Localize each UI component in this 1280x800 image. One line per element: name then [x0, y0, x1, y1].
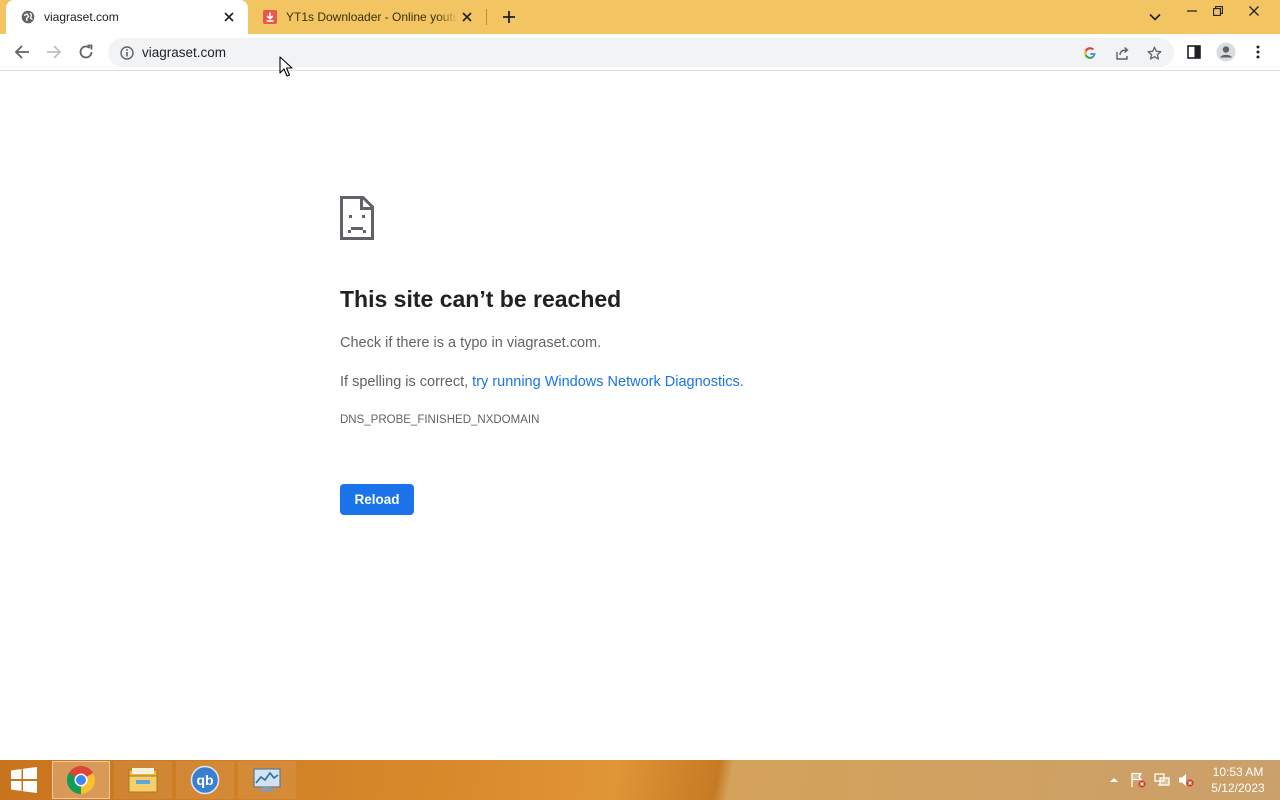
tab-search-button[interactable]	[1145, 7, 1165, 27]
diagnostics-suffix: .	[739, 374, 744, 390]
address-bar[interactable]: viagraset.com	[108, 38, 1174, 67]
close-icon	[1249, 6, 1259, 16]
tab-separator	[486, 9, 487, 25]
tab-viagraset[interactable]: viagraset.com	[6, 0, 248, 34]
error-suggestion-diagnostics: If spelling is correct, try running Wind…	[340, 374, 744, 390]
restore-button[interactable]	[1204, 0, 1232, 22]
start-button[interactable]	[4, 764, 44, 796]
windows-taskbar: qb 10:53 AM 5/12/2023	[0, 760, 1280, 800]
monitor-chart-icon	[253, 768, 281, 792]
qbittorrent-icon: qb	[190, 765, 220, 795]
new-tab-button[interactable]	[498, 6, 520, 28]
close-tab-icon[interactable]	[458, 8, 476, 26]
download-icon	[262, 9, 278, 25]
browser-toolbar: viagraset.com	[0, 34, 1280, 71]
restore-icon	[1213, 6, 1223, 16]
taskbar-file-explorer[interactable]	[114, 761, 172, 799]
error-code: DNS_PROBE_FINISHED_NXDOMAIN	[340, 414, 540, 426]
svg-text:qb: qb	[196, 772, 213, 788]
plus-icon	[503, 11, 515, 23]
clock-time: 10:53 AM	[1212, 765, 1264, 779]
mouse-cursor-icon	[279, 56, 293, 78]
diagnostics-prefix: If spelling is correct,	[340, 374, 473, 390]
taskbar-chrome[interactable]	[52, 761, 110, 799]
arrow-left-icon	[14, 45, 29, 59]
sad-document-icon	[340, 196, 374, 240]
profile-button[interactable]	[1214, 40, 1238, 64]
error-title: This site can’t be reached	[340, 286, 622, 312]
chrome-menu-button[interactable]	[1246, 40, 1270, 64]
windows-logo-icon	[11, 767, 37, 793]
taskbar-qbittorrent[interactable]: qb	[176, 761, 234, 799]
tab-title: viagraset.com	[44, 10, 119, 24]
taskbar-resource-monitor[interactable]	[238, 761, 296, 799]
close-tab-icon[interactable]	[220, 8, 238, 26]
google-translate-icon[interactable]	[1081, 44, 1099, 62]
minimize-button[interactable]	[1178, 0, 1206, 22]
address-url[interactable]: viagraset.com	[142, 38, 226, 67]
browser-tab-strip: viagraset.com YT1s Downloader - Online y…	[0, 0, 1280, 34]
forward-button[interactable]	[42, 40, 66, 64]
clock-date: 5/12/2023	[1211, 781, 1265, 795]
arrow-right-icon	[47, 45, 62, 59]
network-diagnostics-link[interactable]: try running Windows Network Diagnostics	[472, 374, 740, 390]
tab-yt1s-downloader[interactable]: YT1s Downloader - Online youtube	[248, 0, 486, 34]
close-window-button[interactable]	[1240, 0, 1268, 22]
kebab-menu-icon	[1256, 45, 1260, 59]
side-panel-button[interactable]	[1182, 40, 1206, 64]
share-icon[interactable]	[1113, 44, 1131, 62]
network-icon[interactable]	[1154, 772, 1170, 788]
reload-toolbar-button[interactable]	[74, 40, 98, 64]
reload-button[interactable]: Reload	[340, 484, 414, 515]
error-suggestion-typo: Check if there is a typo in viagraset.co…	[340, 335, 602, 351]
show-hidden-icons-button[interactable]	[1106, 772, 1122, 788]
refresh-icon	[79, 44, 93, 59]
taskbar-clock[interactable]: 10:53 AM 5/12/2023	[1202, 764, 1274, 796]
site-info-icon[interactable]	[118, 44, 135, 61]
tab-title: YT1s Downloader - Online youtube	[286, 10, 458, 24]
side-panel-icon	[1187, 45, 1201, 59]
minimize-icon	[1187, 10, 1197, 12]
globe-icon	[20, 9, 36, 25]
profile-avatar-icon	[1216, 42, 1236, 62]
back-button[interactable]	[10, 40, 34, 64]
chrome-icon	[67, 766, 95, 794]
chevron-up-icon	[1110, 778, 1118, 782]
action-center-flag-icon[interactable]	[1130, 772, 1146, 788]
bookmark-star-icon[interactable]	[1145, 44, 1163, 62]
folder-icon	[128, 768, 158, 793]
chevron-down-icon	[1149, 13, 1161, 21]
volume-muted-icon[interactable]	[1178, 772, 1194, 788]
